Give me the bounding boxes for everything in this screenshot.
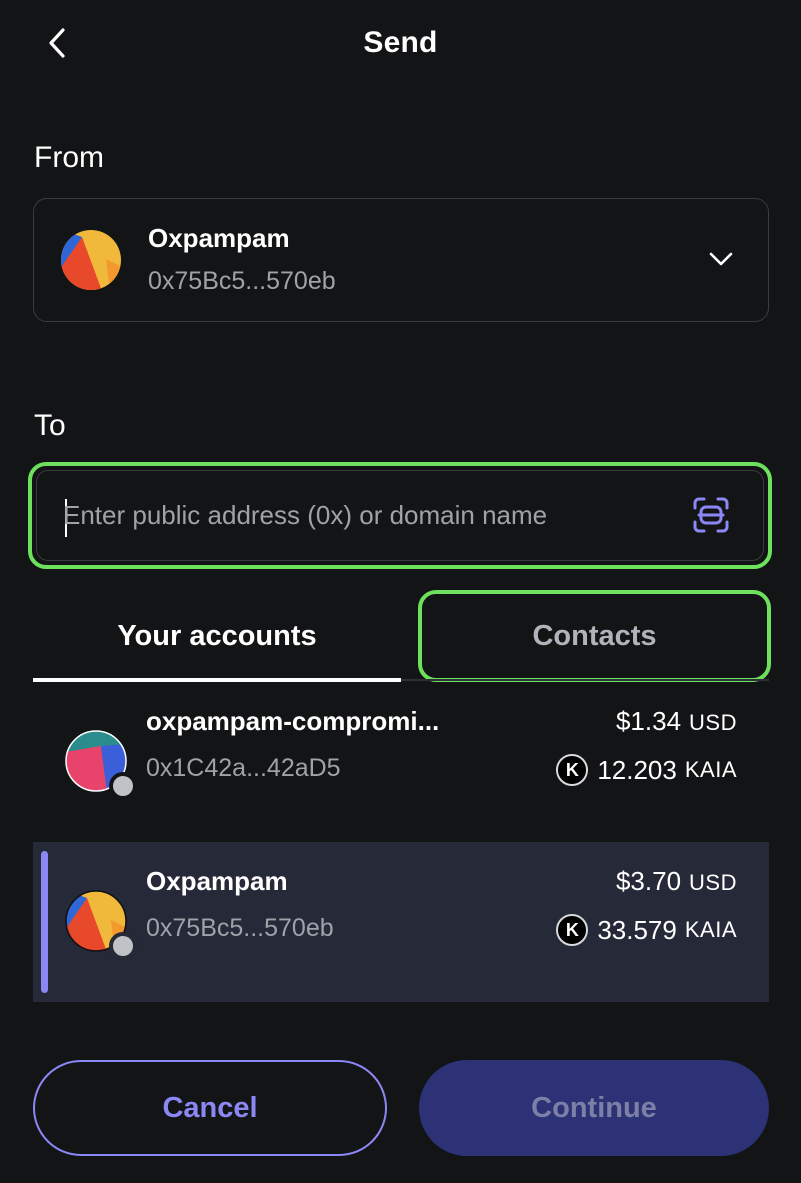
to-label: To [34,409,66,442]
account-list-item-selected[interactable]: Oxpampam 0x75Bc5...570eb $3.70 USD K 33.5… [33,842,769,1002]
from-account-selector[interactable]: Oxpampam 0x75Bc5...570eb [33,198,769,322]
token-unit: KAIA [684,917,737,942]
scan-qr-button[interactable] [689,495,733,539]
account-avatar-icon [60,229,122,291]
network-badge-icon [109,772,137,800]
fiat-value: $3.70 [615,866,682,896]
account-token-balance: K 33.579 KAIA [556,914,737,946]
token-amount: 12.203 [597,754,677,785]
chevron-down-icon[interactable] [708,249,734,269]
cancel-button[interactable]: Cancel [33,1060,387,1156]
tab-your-accounts[interactable]: Your accounts [33,590,401,682]
avatar [65,730,137,802]
from-account-address: 0x75Bc5...570eb [148,267,336,295]
tab-divider [401,679,769,681]
tab-contacts[interactable]: Contacts [418,590,771,682]
account-address: 0x75Bc5...570eb [146,914,334,942]
token-amount: 33.579 [597,914,677,945]
selected-indicator [41,851,48,993]
recipient-address-input[interactable] [63,493,663,537]
page-title: Send [363,26,438,59]
continue-button[interactable]: Continue [419,1060,769,1156]
account-fiat-balance: $3.70 USD [616,866,737,897]
kaia-token-icon: K [556,754,589,786]
send-screen: Send From Oxpampam 0x75Bc5...570eb To En… [0,0,801,1183]
avatar [65,890,137,962]
qr-scan-icon [691,495,731,540]
network-badge-icon [109,932,137,960]
account-name: Oxpampam [146,866,288,896]
recipient-input-box [36,470,764,561]
account-fiat-balance: $1.34 USD [616,706,737,737]
account-token-balance: K 12.203 KAIA [556,754,737,786]
from-account-name: Oxpampam [148,223,290,253]
kaia-token-icon: K [556,914,589,946]
fiat-value: $1.34 [615,706,682,736]
recipient-input-highlight [28,462,772,569]
from-label: From [34,141,104,174]
account-list-item[interactable]: oxpampam-compromi... 0x1C42a...42aD5 $1.… [33,682,769,842]
header: Send [0,0,801,90]
account-address: 0x1C42a...42aD5 [146,754,341,782]
account-name: oxpampam-compromi... [146,706,440,736]
fiat-unit: USD [689,870,737,895]
token-unit: KAIA [684,757,737,782]
fiat-unit: USD [689,710,737,735]
